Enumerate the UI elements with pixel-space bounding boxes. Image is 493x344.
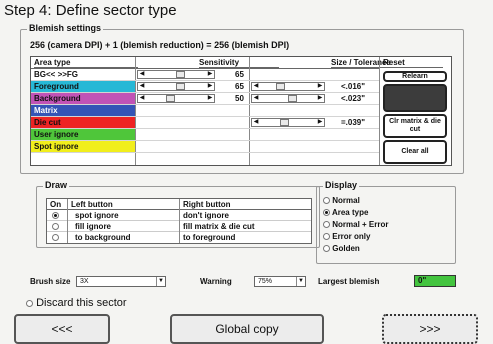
area-label: Foreground: [31, 81, 135, 92]
prev-button[interactable]: <<<: [14, 314, 110, 344]
header-reset: Reset: [383, 57, 443, 68]
draw-right-text: don't ignore: [183, 211, 229, 220]
draw-radio[interactable]: [52, 223, 59, 231]
size-value: <.016": [341, 82, 366, 91]
display-option-area-type[interactable]: Area type: [323, 208, 368, 218]
area-label: Matrix: [31, 105, 135, 116]
radio-icon[interactable]: [323, 221, 330, 229]
warning-value: 75%: [258, 278, 273, 285]
header-area-type: Area type: [34, 57, 138, 68]
draw-left-text: fill ignore: [75, 222, 111, 231]
sensitivity-value: 65: [235, 82, 244, 91]
display-option-normal-error[interactable]: Normal + Error: [323, 220, 388, 230]
next-button[interactable]: >>>: [382, 314, 478, 344]
draw-header-left: Left button: [71, 200, 113, 209]
area-row-spot-ignore: Spot ignore: [31, 141, 379, 153]
area-label: User ignore: [31, 129, 135, 140]
largest-blemish-label: Largest blemish: [318, 277, 380, 286]
area-type-table: Area type Sensitivity Size / Tolerance R…: [30, 56, 452, 166]
area-row-matrix: Matrix: [31, 105, 379, 117]
sensitivity-value: 65: [235, 70, 244, 79]
area-row-bg-fg: BG<< >>FG ◀ ▶ 65: [31, 69, 379, 81]
clr-matrix-die-cut-button[interactable]: Clr matrix & die cut: [383, 114, 447, 138]
chevron-down-icon: ▼: [296, 277, 305, 286]
radio-icon[interactable]: [323, 233, 330, 241]
sensitivity-value: 50: [235, 94, 244, 103]
size-value: =.039": [341, 118, 366, 127]
draw-left-text: spot ignore: [75, 211, 119, 220]
draw-right-text: fill matrix & die cut: [183, 222, 255, 231]
display-option-label: Golden: [332, 244, 360, 253]
reset-dark-button[interactable]: [383, 84, 447, 112]
size-slider[interactable]: ◀ ▶: [251, 118, 325, 127]
area-label: Die cut: [31, 117, 135, 128]
global-copy-button[interactable]: Global copy: [170, 314, 324, 344]
blemish-settings-legend: Blemish settings: [27, 23, 104, 33]
size-slider[interactable]: ◀ ▶: [251, 94, 325, 103]
area-row-background: Background ◀ ▶ 50 ◀ ▶ <.023": [31, 93, 379, 105]
radio-icon[interactable]: [323, 197, 330, 205]
display-option-label: Area type: [331, 208, 369, 217]
warning-label: Warning: [200, 277, 232, 286]
discard-label: Discard this sector: [36, 297, 127, 309]
largest-blemish-value: 0": [414, 275, 456, 287]
area-label: Background: [31, 93, 135, 104]
sensitivity-slider[interactable]: ◀ ▶: [137, 70, 215, 79]
radio-icon[interactable]: [323, 209, 330, 217]
area-row-user-ignore: User ignore: [31, 129, 379, 141]
area-label: Spot ignore: [31, 141, 135, 152]
header-sensitivity: Sensitivity: [199, 57, 279, 68]
display-option-label: Error only: [332, 232, 371, 241]
size-value: <.023": [341, 94, 366, 103]
display-legend: Display: [323, 180, 360, 190]
brush-size-select[interactable]: 3X ▼: [76, 276, 166, 287]
brush-size-value: 3X: [80, 278, 89, 285]
size-slider[interactable]: ◀ ▶: [251, 82, 325, 91]
area-row-die-cut: Die cut ◀ ▶ =.039": [31, 117, 379, 129]
chevron-down-icon: ▼: [156, 277, 165, 286]
draw-radio[interactable]: [52, 234, 59, 242]
radio-icon[interactable]: [323, 245, 330, 253]
display-option-error-only[interactable]: Error only: [323, 232, 370, 242]
display-option-golden[interactable]: Golden: [323, 244, 360, 254]
dpi-formula: 256 (camera DPI) + 1 (blemish reduction)…: [30, 40, 290, 50]
clear-all-button[interactable]: Clear all: [383, 140, 447, 164]
draw-legend: Draw: [43, 180, 70, 190]
sensitivity-slider[interactable]: ◀ ▶: [137, 94, 215, 103]
sensitivity-slider[interactable]: ◀ ▶: [137, 82, 215, 91]
draw-radio[interactable]: [52, 212, 59, 220]
display-option-normal[interactable]: Normal: [323, 196, 360, 206]
display-option-label: Normal: [332, 196, 360, 205]
brush-size-label: Brush size: [30, 277, 71, 286]
page-title: Step 4: Define sector type: [4, 2, 177, 19]
draw-header-right: Right button: [183, 200, 231, 209]
area-label: BG<< >>FG: [34, 70, 79, 79]
draw-header-on: On: [50, 200, 62, 209]
draw-right-text: to foreground: [183, 233, 236, 242]
warning-select[interactable]: 75% ▼: [254, 276, 306, 287]
relearn-button[interactable]: Relearn: [383, 71, 447, 82]
discard-sector-option[interactable]: Discard this sector: [26, 297, 127, 309]
draw-table: On Left button Right button spot ignore …: [46, 198, 312, 244]
display-option-label: Normal + Error: [332, 220, 389, 229]
radio-icon[interactable]: [26, 299, 33, 307]
draw-left-text: to background: [75, 233, 131, 242]
area-row-foreground: Foreground ◀ ▶ 65 ◀ ▶ <.016": [31, 81, 379, 93]
display-group: Display Normal Area type Normal + Error …: [316, 180, 456, 264]
